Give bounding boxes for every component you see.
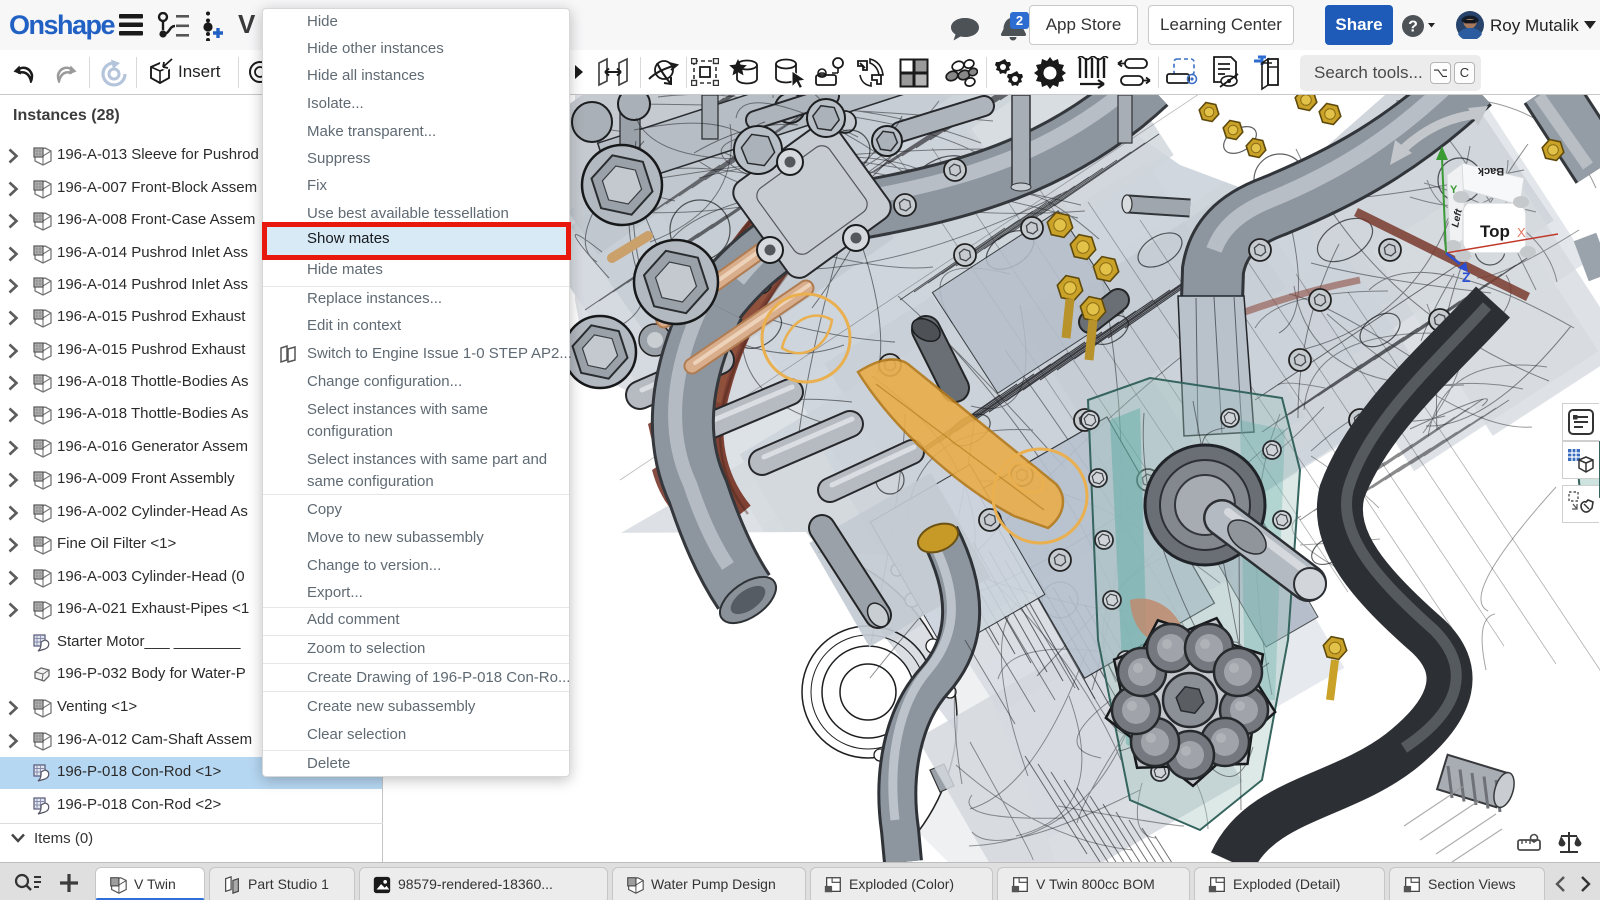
svg-text:Top: Top — [1480, 222, 1510, 241]
svg-text:?: ? — [1408, 19, 1418, 36]
svg-text:Z: Z — [1462, 269, 1471, 285]
svg-text:Y: Y — [1450, 184, 1458, 196]
svg-text:X: X — [1517, 225, 1526, 240]
svg-text:2: 2 — [1016, 13, 1023, 28]
svg-text:Back: Back — [1477, 165, 1504, 177]
